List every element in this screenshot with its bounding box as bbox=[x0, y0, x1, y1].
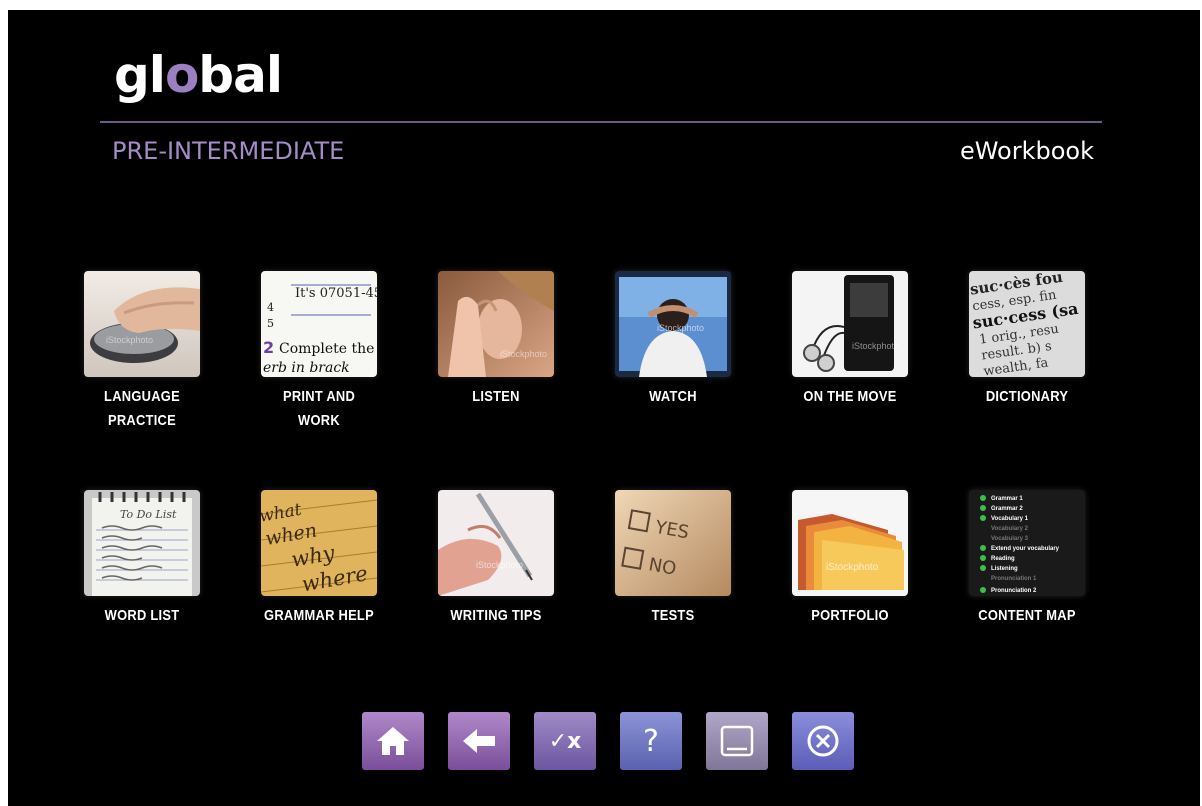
svg-text:Vocabulary 2: Vocabulary 2 bbox=[991, 526, 1029, 532]
tile-watch[interactable]: iStockphoto WATCH bbox=[598, 271, 748, 409]
tile-on-the-move[interactable]: iStockphoto ON THE MOVE bbox=[775, 271, 925, 409]
words-photo: what when why where bbox=[261, 490, 377, 596]
tile-label: LISTEN bbox=[472, 388, 520, 405]
svg-text:Listening: Listening bbox=[991, 566, 1018, 572]
tile-label: WATCH bbox=[649, 388, 697, 405]
home-button[interactable] bbox=[362, 712, 424, 770]
yes-no-photo: YES NO bbox=[615, 490, 731, 596]
back-button[interactable] bbox=[448, 712, 510, 770]
folders-photo: iStockphoto bbox=[792, 490, 908, 596]
tile-label: GRAMMAR HELP bbox=[264, 607, 374, 624]
worksheet-photo: It's 07051-45 4 5 2 Complete the erb in … bbox=[261, 271, 377, 377]
minimize-button[interactable] bbox=[706, 712, 768, 770]
ear-photo: iStockphoto bbox=[438, 271, 554, 377]
tile-label: CONTENT MAP bbox=[978, 607, 1076, 624]
svg-text:iStockphoto: iStockphoto bbox=[476, 560, 523, 570]
svg-text:Grammar 2: Grammar 2 bbox=[991, 506, 1023, 512]
tile-portfolio[interactable]: iStockphoto PORTFOLIO bbox=[775, 490, 925, 628]
tile-word-list[interactable]: To Do List WORD LIST bbox=[67, 490, 217, 628]
pen-hand-photo: iStockphoto bbox=[438, 490, 554, 596]
app-screen: global PRE-INTERMEDIATE eWorkbook iStock… bbox=[8, 10, 1200, 806]
svg-text:It's 07051-45: It's 07051-45 bbox=[295, 286, 377, 301]
svg-text:Pronunciation 2: Pronunciation 2 bbox=[991, 588, 1037, 594]
tile-label: LANGUAGE PRACTICE bbox=[104, 388, 180, 429]
svg-text:4: 4 bbox=[267, 301, 274, 314]
tile-label: PORTFOLIO bbox=[811, 607, 889, 624]
close-button[interactable] bbox=[792, 712, 854, 770]
svg-text:Vocabulary 3: Vocabulary 3 bbox=[991, 536, 1029, 542]
notepad-photo: To Do List bbox=[84, 490, 200, 596]
svg-text:Pronunciation 1: Pronunciation 1 bbox=[991, 576, 1037, 582]
svg-text:iStockphoto: iStockphoto bbox=[826, 562, 879, 573]
svg-text:iStockphoto: iStockphoto bbox=[500, 349, 547, 359]
tile-content-map[interactable]: Grammar 1 Grammar 2 Vocabulary 1 Vocabul… bbox=[952, 490, 1102, 628]
svg-text:Extend your vocabulary: Extend your vocabulary bbox=[991, 546, 1060, 552]
svg-text:iStockphoto: iStockphoto bbox=[106, 335, 153, 345]
content-map-thumbnail: Grammar 1 Grammar 2 Vocabulary 1 Vocabul… bbox=[969, 490, 1085, 596]
svg-text:Complete the: Complete the bbox=[279, 341, 374, 357]
tile-print-and-work[interactable]: It's 07051-45 4 5 2 Complete the erb in … bbox=[244, 271, 394, 433]
svg-text:iStockphoto: iStockphoto bbox=[657, 323, 704, 333]
question-icon: ? bbox=[643, 723, 659, 759]
course-level: PRE-INTERMEDIATE bbox=[112, 137, 345, 165]
tile-tests[interactable]: YES NO TESTS bbox=[598, 490, 748, 628]
tile-label: WRITING TIPS bbox=[450, 607, 542, 624]
tile-label: WORD LIST bbox=[104, 607, 180, 624]
home-icon bbox=[377, 727, 409, 755]
help-button[interactable]: ? bbox=[620, 712, 682, 770]
svg-text:Grammar 1: Grammar 1 bbox=[991, 496, 1023, 502]
header-divider bbox=[100, 121, 1102, 123]
close-circle-icon bbox=[807, 725, 839, 757]
svg-text:erb in brack: erb in brack bbox=[263, 360, 350, 376]
tile-writing-tips[interactable]: iStockphoto WRITING TIPS bbox=[421, 490, 571, 628]
tile-grammar-help[interactable]: what when why where GRAMMAR HELP bbox=[244, 490, 394, 628]
back-arrow-icon bbox=[463, 729, 495, 753]
tile-label: ON THE MOVE bbox=[803, 388, 897, 405]
tile-dictionary[interactable]: suc·cès fou cess, esp. fin suc·cess (sa … bbox=[952, 271, 1102, 409]
tile-label: TESTS bbox=[651, 607, 695, 624]
svg-text:iStockphoto: iStockphoto bbox=[852, 341, 899, 351]
svg-text:Vocabulary 1: Vocabulary 1 bbox=[991, 516, 1029, 522]
dictionary-photo: suc·cès fou cess, esp. fin suc·cess (sa … bbox=[969, 271, 1085, 377]
svg-text:Reading: Reading bbox=[991, 556, 1015, 562]
mp3-player-photo: iStockphoto bbox=[792, 271, 908, 377]
mouse-hand-photo: iStockphoto bbox=[84, 271, 200, 377]
tile-label: PRINT AND WORK bbox=[282, 388, 356, 429]
svg-text:To Do List: To Do List bbox=[120, 508, 177, 521]
minimize-icon bbox=[720, 725, 754, 757]
global-logo: global bbox=[114, 46, 283, 104]
tile-language-practice[interactable]: iStockphoto LANGUAGE PRACTICE bbox=[67, 271, 217, 433]
tile-label: DICTIONARY bbox=[985, 388, 1069, 405]
svg-text:2: 2 bbox=[263, 338, 274, 357]
product-title: eWorkbook bbox=[959, 137, 1094, 165]
check-answers-button[interactable]: ✓x bbox=[534, 712, 596, 770]
svg-text:5: 5 bbox=[267, 317, 274, 330]
tile-listen[interactable]: iStockphoto LISTEN bbox=[421, 271, 571, 409]
check-cross-icon: ✓x bbox=[548, 728, 582, 754]
tv-viewer-photo: iStockphoto bbox=[615, 271, 731, 377]
